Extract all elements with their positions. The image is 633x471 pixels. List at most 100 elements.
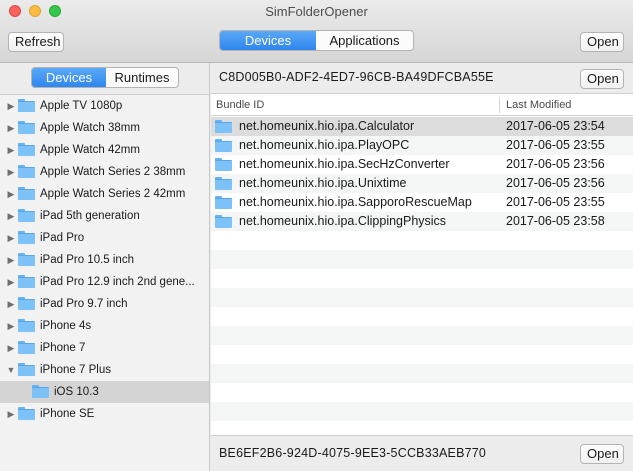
sidebar-device-item[interactable]: ▶ iPad Pro 10.5 inch <box>0 249 209 271</box>
bundle-id-cell: net.homeunix.hio.ipa.Unixtime <box>239 176 407 190</box>
folder-icon <box>18 231 35 244</box>
bundle-id-cell: net.homeunix.hio.ipa.PlayOPC <box>239 138 410 152</box>
sidebar-device-item[interactable]: ▶ iPhone SE <box>0 403 209 425</box>
folder-icon <box>18 363 35 376</box>
disclosure-collapsed-icon[interactable]: ▶ <box>6 117 16 139</box>
sidebar-device-item[interactable]: ▶ Apple Watch 42mm <box>0 139 209 161</box>
folder-icon <box>18 121 35 134</box>
sidebar-device-item[interactable]: ▶ iPhone 7 <box>0 337 209 359</box>
folder-icon <box>215 196 232 209</box>
disclosure-collapsed-icon[interactable]: ▶ <box>6 139 16 161</box>
folder-icon <box>215 215 232 228</box>
sidebar-item-label: iPhone SE <box>40 408 95 420</box>
table-row[interactable]: net.homeunix.hio.ipa.Unixtime 2017-06-05 … <box>211 174 633 193</box>
table-header: Bundle ID Last Modified <box>211 95 633 116</box>
app-window: SimFolderOpener Refresh Devices Applicat… <box>0 0 633 471</box>
sidebar-header: Devices Runtimes <box>0 63 209 95</box>
sidebar-device-item[interactable]: ▼ iPhone 7 Plus <box>0 359 209 381</box>
last-modified-cell: 2017-06-05 23:58 <box>506 214 605 228</box>
table-row[interactable]: net.homeunix.hio.ipa.ClippingPhysics 2017… <box>211 212 633 231</box>
column-header-bundle-id[interactable]: Bundle ID <box>216 95 264 115</box>
folder-icon <box>18 209 35 222</box>
column-divider[interactable] <box>499 97 500 113</box>
last-modified-cell: 2017-06-05 23:56 <box>506 157 605 171</box>
folder-icon <box>18 143 35 156</box>
refresh-button[interactable]: Refresh <box>8 32 64 52</box>
sidebar-segmented-control: Devices Runtimes <box>31 67 179 88</box>
sidebar-device-item[interactable]: ▶ iPad Pro <box>0 227 209 249</box>
sidebar-item-label: iPhone 7 <box>40 342 86 354</box>
empty-row <box>211 288 633 307</box>
sidebar-device-item[interactable]: ▶ Apple Watch 38mm <box>0 117 209 139</box>
column-header-last-modified[interactable]: Last Modified <box>506 95 571 115</box>
sidebar-item-label: iOS 10.3 <box>54 386 99 398</box>
folder-icon <box>18 187 35 200</box>
device-open-button[interactable]: Open <box>580 69 624 89</box>
sidebar-item-label: iPad Pro 9.7 inch <box>40 298 128 310</box>
sidebar-item-label: iPad Pro <box>40 232 85 244</box>
disclosure-collapsed-icon[interactable]: ▶ <box>6 227 16 249</box>
table-row[interactable]: net.homeunix.hio.ipa.SecHzConverter 2017-… <box>211 155 633 174</box>
disclosure-collapsed-icon[interactable]: ▶ <box>6 293 16 315</box>
folder-icon <box>215 177 232 190</box>
table-row[interactable]: net.homeunix.hio.ipa.SapporoRescueMap 201… <box>211 193 633 212</box>
sidebar-item-label: iPad Pro 10.5 inch <box>40 254 134 266</box>
app-open-button[interactable]: Open <box>580 444 624 464</box>
sidebar-item-label: iPad 5th generation <box>40 210 140 222</box>
main-panel: C8D005B0-ADF2-4ED7-96CB-BA49DFCBA55E Ope… <box>211 63 633 471</box>
disclosure-collapsed-icon[interactable]: ▶ <box>6 271 16 293</box>
sidebar-tab-runtimes[interactable]: Runtimes <box>106 68 178 87</box>
folder-icon <box>18 99 35 112</box>
sidebar-item-label: iPad Pro 12.9 inch 2nd gene... <box>40 276 195 288</box>
mode-segmented-control: Devices Applications <box>219 30 414 51</box>
folder-icon <box>215 139 232 152</box>
app-path: BE6EF2B6-924D-4075-9EE3-5CCB33AEB770 <box>219 446 487 460</box>
folder-icon <box>18 407 35 420</box>
sidebar-item-label: Apple TV 1080p <box>40 100 123 112</box>
sidebar-device-item[interactable]: ▶ iPad 5th generation <box>0 205 209 227</box>
disclosure-collapsed-icon[interactable]: ▶ <box>6 315 16 337</box>
app-path-bar: BE6EF2B6-924D-4075-9EE3-5CCB33AEB770 Ope… <box>211 435 633 471</box>
bundle-id-cell: net.homeunix.hio.ipa.SecHzConverter <box>239 157 450 171</box>
sidebar-item-label: Apple Watch Series 2 38mm <box>40 166 186 178</box>
disclosure-collapsed-icon[interactable]: ▶ <box>6 205 16 227</box>
disclosure-collapsed-icon[interactable]: ▶ <box>6 183 16 205</box>
window-title: SimFolderOpener <box>265 4 368 19</box>
last-modified-cell: 2017-06-05 23:55 <box>506 195 605 209</box>
sidebar-device-item[interactable]: ▶ Apple Watch Series 2 42mm <box>0 183 209 205</box>
device-path: C8D005B0-ADF2-4ED7-96CB-BA49DFCBA55E <box>219 70 494 84</box>
disclosure-expanded-icon[interactable]: ▼ <box>6 359 16 381</box>
toolbar-open-button[interactable]: Open <box>580 32 624 52</box>
folder-icon <box>18 297 35 310</box>
tab-devices[interactable]: Devices <box>220 31 316 50</box>
empty-row <box>211 307 633 326</box>
disclosure-collapsed-icon[interactable]: ▶ <box>6 249 16 271</box>
table-row[interactable]: net.homeunix.hio.ipa.PlayOPC 2017-06-05 2… <box>211 136 633 155</box>
folder-icon <box>18 341 35 354</box>
sidebar-item-label: iPhone 7 Plus <box>40 364 111 376</box>
table-row[interactable]: net.homeunix.hio.ipa.Calculator 2017-06-0… <box>211 117 633 136</box>
disclosure-collapsed-icon[interactable]: ▶ <box>6 337 16 359</box>
sidebar-device-item[interactable]: ▶ iPad Pro 9.7 inch <box>0 293 209 315</box>
sidebar: Devices Runtimes ▶ Apple TV 1080p ▶ Apple W… <box>0 63 210 471</box>
disclosure-collapsed-icon[interactable]: ▶ <box>6 161 16 183</box>
sidebar-device-item[interactable]: ▶ iPad Pro 12.9 inch 2nd gene... <box>0 271 209 293</box>
sidebar-device-item[interactable]: ▶ iPhone 4s <box>0 315 209 337</box>
last-modified-cell: 2017-06-05 23:56 <box>506 176 605 190</box>
sidebar-runtime-item[interactable]: iOS 10.3 <box>0 381 209 403</box>
app-table: net.homeunix.hio.ipa.Calculator 2017-06-0… <box>211 117 633 459</box>
empty-row <box>211 250 633 269</box>
empty-row <box>211 364 633 383</box>
last-modified-cell: 2017-06-05 23:55 <box>506 138 605 152</box>
disclosure-collapsed-icon[interactable]: ▶ <box>6 403 16 425</box>
folder-icon <box>18 319 35 332</box>
sidebar-device-item[interactable]: ▶ Apple TV 1080p <box>0 95 209 117</box>
sidebar-device-item[interactable]: ▶ Apple Watch Series 2 38mm <box>0 161 209 183</box>
folder-icon <box>32 385 49 398</box>
disclosure-collapsed-icon[interactable]: ▶ <box>6 95 16 117</box>
empty-row <box>211 231 633 250</box>
device-tree: ▶ Apple TV 1080p ▶ Apple Watch 38mm ▶ Apple W… <box>0 95 209 425</box>
tab-applications[interactable]: Applications <box>316 31 413 50</box>
sidebar-tab-devices[interactable]: Devices <box>32 68 106 87</box>
sidebar-item-label: Apple Watch 42mm <box>40 144 140 156</box>
